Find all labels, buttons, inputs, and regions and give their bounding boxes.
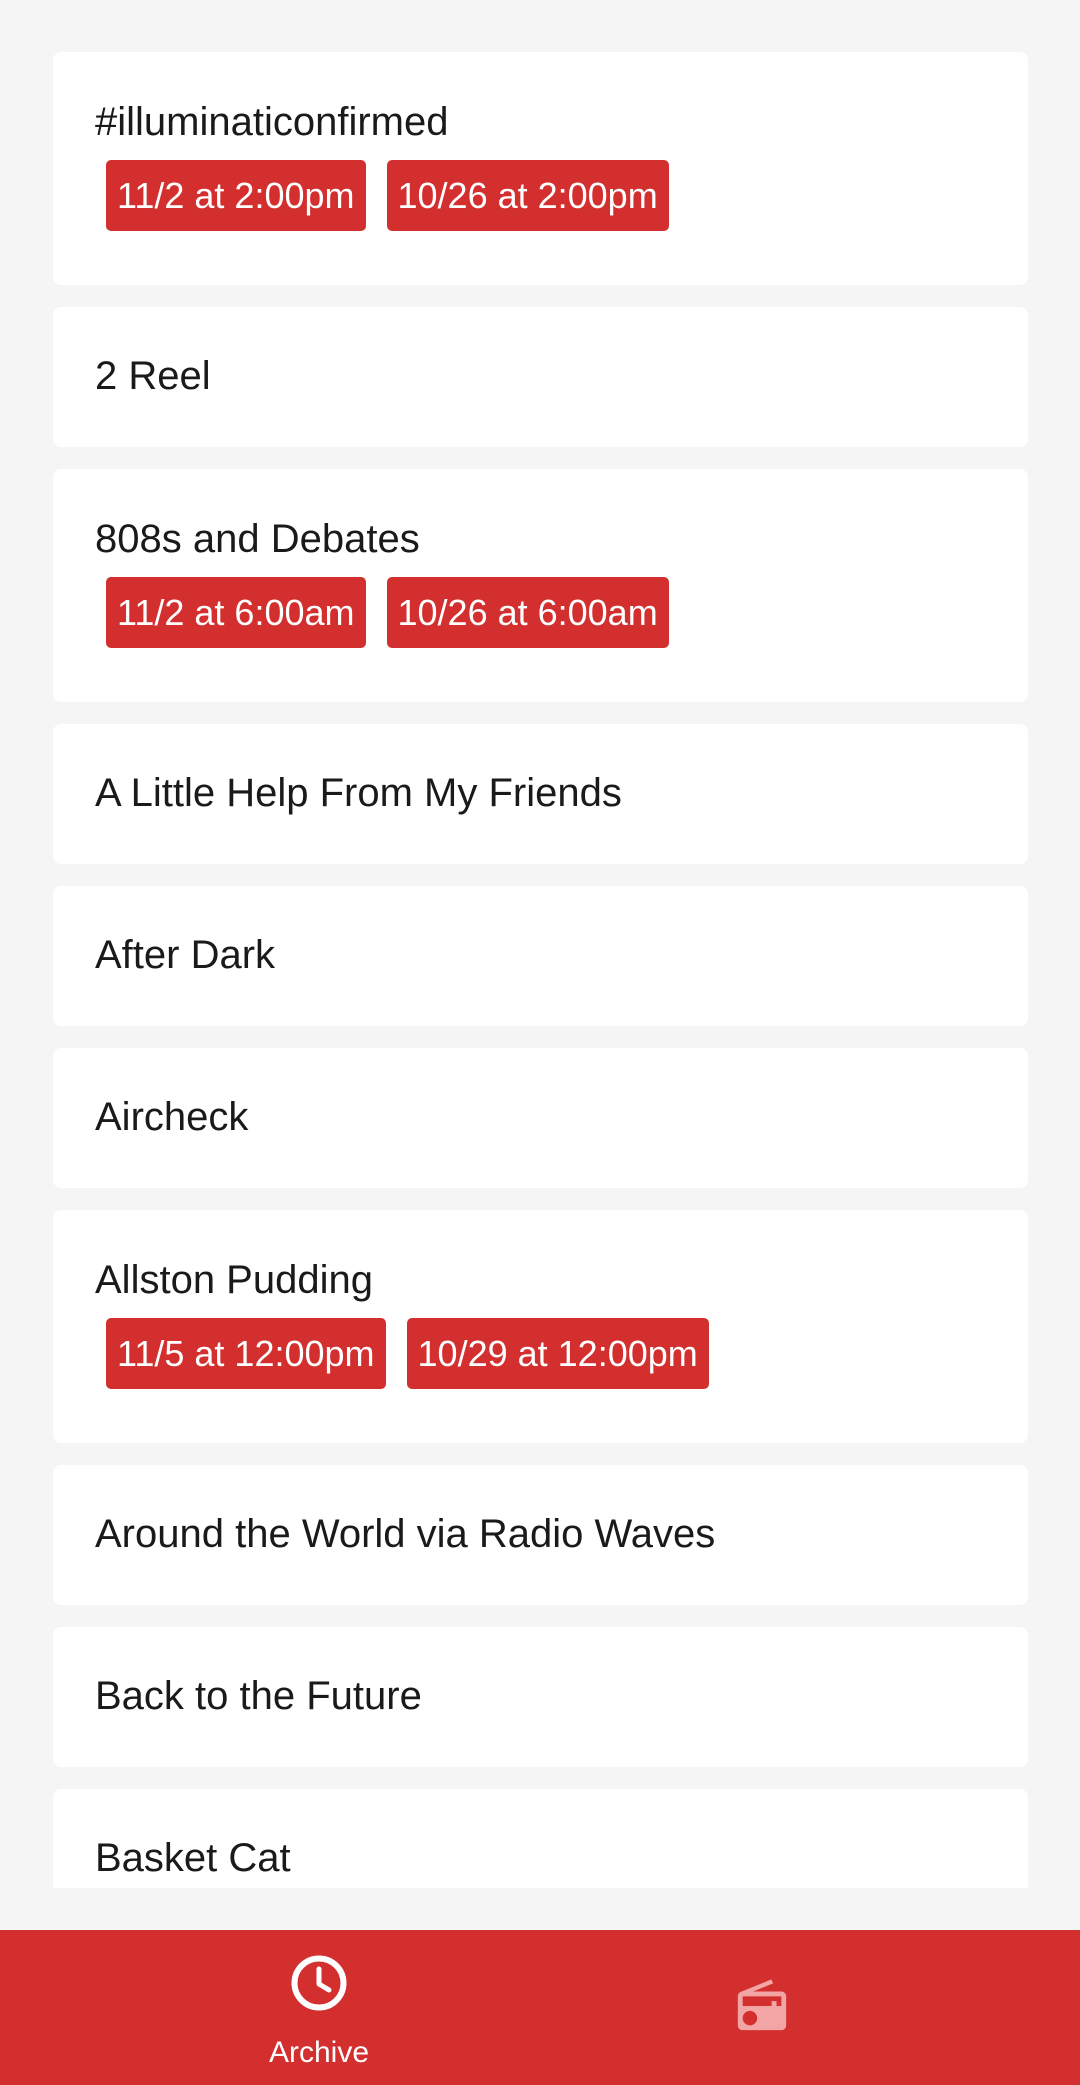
radio-icon bbox=[733, 1977, 791, 2040]
air-time-chip[interactable]: 10/26 at 6:00am bbox=[386, 577, 669, 648]
air-time-row: 11/2 at 2:00pm 10/26 at 2:00pm bbox=[106, 160, 986, 231]
air-time-chip[interactable]: 11/2 at 6:00am bbox=[106, 577, 366, 648]
show-card[interactable]: 2 Reel bbox=[53, 307, 1028, 447]
show-card[interactable]: Back to the Future bbox=[53, 1627, 1028, 1767]
show-list-viewport[interactable]: #illuminaticonfirmed 11/2 at 2:00pm 10/26 … bbox=[0, 0, 1080, 1888]
show-title: A Little Help From My Friends bbox=[95, 771, 622, 815]
nav-label-archive: Archive bbox=[268, 2036, 370, 2069]
show-title: Aircheck bbox=[95, 1095, 249, 1139]
show-title: 2 Reel bbox=[95, 354, 211, 398]
show-card[interactable]: Basket Cat bbox=[53, 1789, 1028, 1888]
nav-item-archive[interactable]: Archive bbox=[209, 1930, 429, 2085]
show-card[interactable]: Around the World via Radio Waves bbox=[53, 1465, 1028, 1605]
clock-icon bbox=[290, 1954, 348, 2017]
nav-item-radio[interactable] bbox=[652, 1930, 872, 2085]
show-title: Allston Pudding bbox=[95, 1258, 373, 1302]
show-title: After Dark bbox=[95, 933, 276, 977]
show-card[interactable]: Allston Pudding 11/5 at 12:00pm 10/29 at 1… bbox=[53, 1210, 1028, 1443]
air-time-chip[interactable]: 10/26 at 2:00pm bbox=[386, 160, 669, 231]
show-card[interactable]: After Dark bbox=[53, 886, 1028, 1026]
air-time-row: 11/5 at 12:00pm 10/29 at 12:00pm bbox=[106, 1318, 986, 1389]
show-list: #illuminaticonfirmed 11/2 at 2:00pm 10/26 … bbox=[53, 52, 1028, 1888]
show-title: Around the World via Radio Waves bbox=[95, 1512, 716, 1556]
air-time-chip[interactable]: 11/5 at 12:00pm bbox=[106, 1318, 386, 1389]
air-time-row: 11/2 at 6:00am 10/26 at 6:00am bbox=[106, 577, 986, 648]
show-card[interactable]: 808s and Debates 11/2 at 6:00am 10/26 at 6… bbox=[53, 469, 1028, 702]
show-title: #illuminaticonfirmed bbox=[95, 100, 449, 144]
bottom-navigation: Archive bbox=[0, 1930, 1080, 2085]
show-card[interactable]: Aircheck bbox=[53, 1048, 1028, 1188]
show-title: 808s and Debates bbox=[95, 517, 420, 561]
air-time-chip[interactable]: 10/29 at 12:00pm bbox=[406, 1318, 709, 1389]
show-card[interactable]: #illuminaticonfirmed 11/2 at 2:00pm 10/26 … bbox=[53, 52, 1028, 285]
air-time-chip[interactable]: 11/2 at 2:00pm bbox=[106, 160, 366, 231]
show-title: Back to the Future bbox=[95, 1674, 422, 1718]
show-title: Basket Cat bbox=[95, 1836, 291, 1880]
show-card[interactable]: A Little Help From My Friends bbox=[53, 724, 1028, 864]
